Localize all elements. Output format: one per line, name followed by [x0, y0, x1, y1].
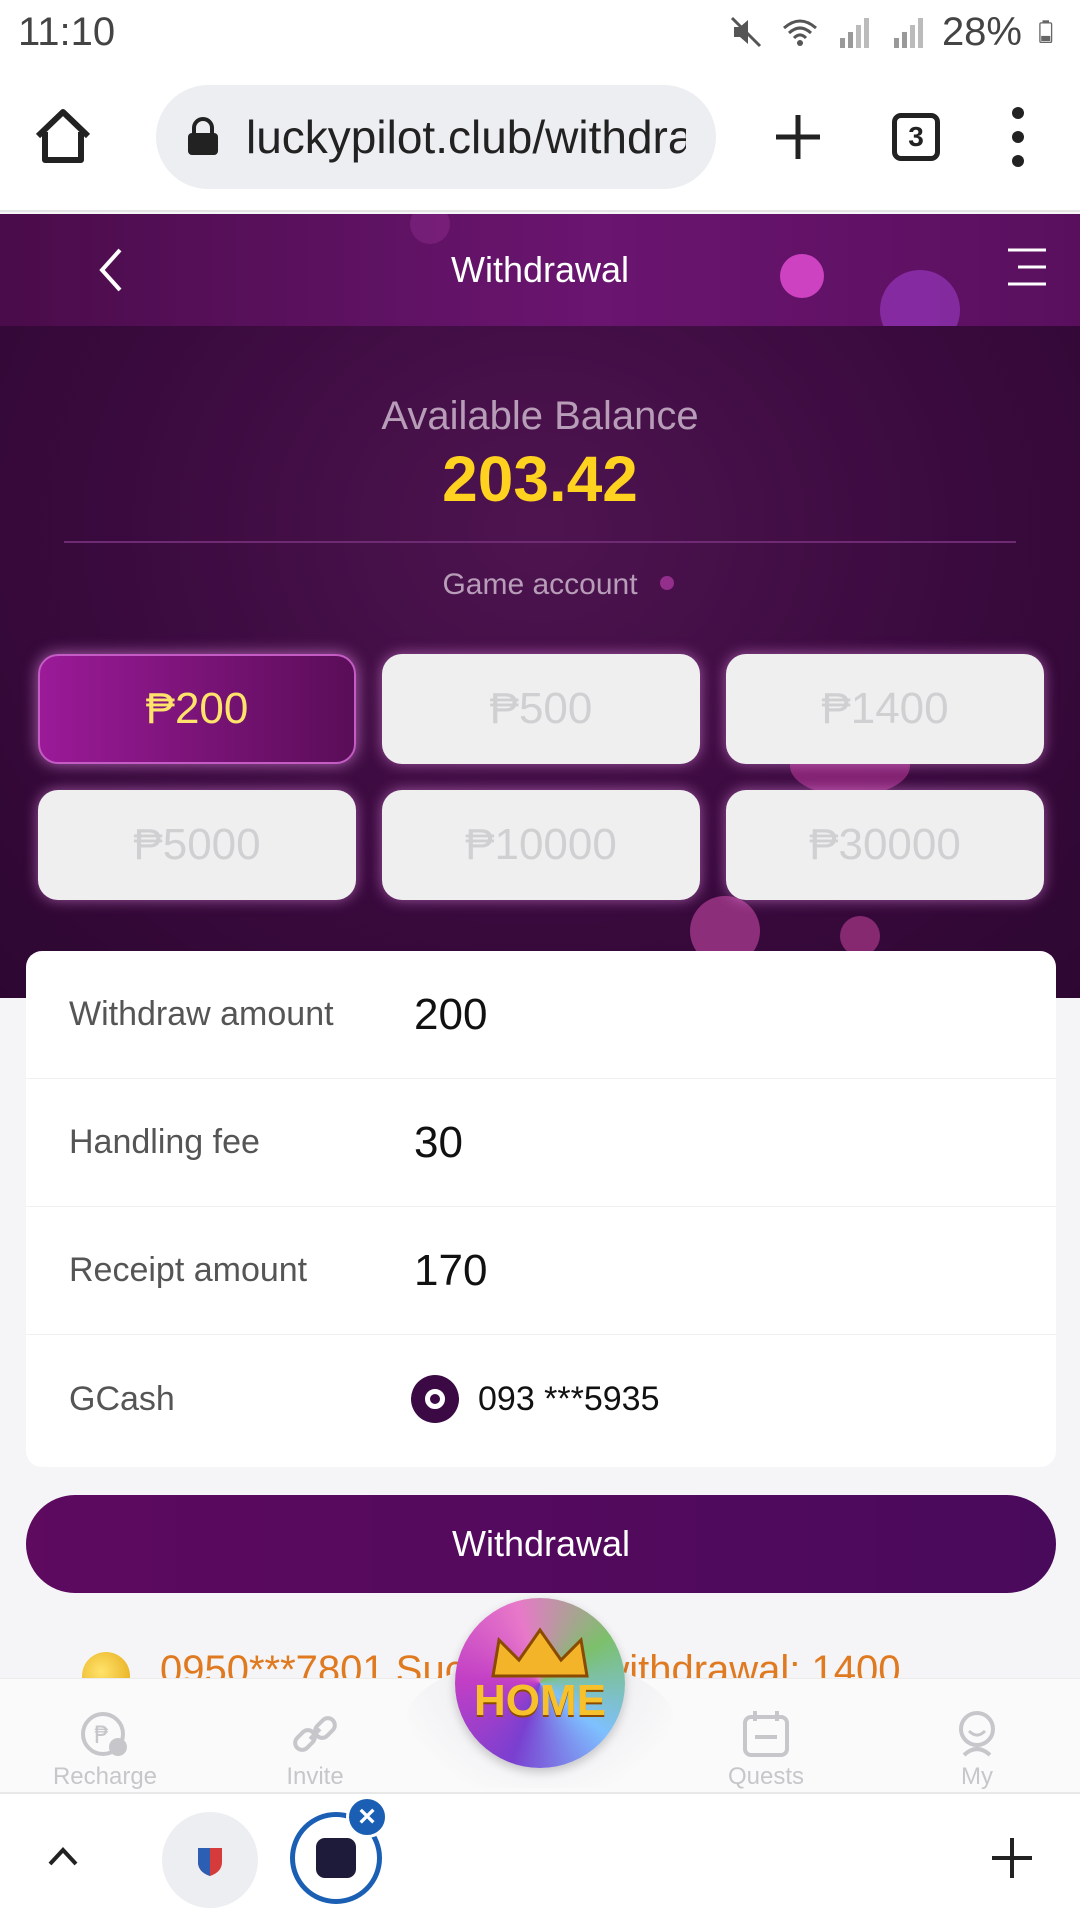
- receipt-amount-label: Receipt amount: [69, 1251, 308, 1289]
- shield-icon: [198, 1848, 222, 1876]
- close-tab-icon[interactable]: ×: [346, 1796, 388, 1838]
- status-time: 11:10: [18, 9, 116, 54]
- crown-icon: [491, 1627, 589, 1678]
- address-bar[interactable]: luckypilot.club/withdra: [156, 85, 716, 189]
- battery-icon: [1039, 20, 1053, 44]
- tab-count: 3: [908, 121, 924, 152]
- handling-fee-label: Handling fee: [69, 1123, 260, 1161]
- browser-menu-icon[interactable]: [1010, 107, 1026, 167]
- wifi-icon: [782, 19, 817, 46]
- status-icons: 28%: [726, 10, 1062, 55]
- browser-bottom-bar: ×: [0, 1792, 1080, 1920]
- nav-quests[interactable]: Quests: [686, 1707, 846, 1791]
- signal-icon-2: [893, 18, 923, 48]
- nav-recharge-label: Recharge: [52, 1763, 158, 1790]
- nav-invite-label: Invite: [286, 1763, 344, 1790]
- handling-fee-row: Handling fee 30: [26, 1079, 1056, 1207]
- divider: [64, 541, 1016, 543]
- home-label: HOME: [474, 1676, 606, 1725]
- withdraw-amount-label: Withdraw amount: [69, 995, 334, 1033]
- amount-option-500[interactable]: ₱500: [382, 654, 700, 764]
- gcash-label: GCash: [69, 1379, 175, 1418]
- plus-icon[interactable]: [990, 1836, 1034, 1880]
- nav-my-label: My: [961, 1763, 993, 1790]
- url-text: luckypilot.club/withdra: [246, 111, 686, 163]
- profile-icon: [959, 1711, 995, 1757]
- gcash-account-number: 093 ***5935: [478, 1379, 660, 1418]
- gcash-row[interactable]: GCash 093 ***5935: [26, 1335, 1056, 1463]
- handling-fee-value: 30: [414, 1117, 463, 1167]
- home-icon[interactable]: [30, 104, 96, 170]
- receipt-amount-value: 170: [414, 1245, 488, 1295]
- nav-invite[interactable]: Invite: [235, 1707, 395, 1791]
- svg-text:₱: ₱: [94, 1721, 109, 1749]
- link-icon: [293, 1716, 337, 1752]
- amount-option-1400[interactable]: ₱1400: [726, 654, 1044, 764]
- mute-icon: [730, 16, 761, 48]
- withdrawal-button[interactable]: Withdrawal: [26, 1495, 1056, 1593]
- withdraw-amount-row: Withdraw amount 200: [26, 951, 1056, 1079]
- amount-option-30000[interactable]: ₱30000: [726, 790, 1044, 900]
- available-balance-label: Available Balance: [381, 394, 699, 438]
- available-balance-value: 203.42: [442, 443, 638, 515]
- amount-option-200[interactable]: ₱200: [38, 654, 356, 764]
- page-title: Withdrawal: [450, 249, 630, 290]
- withdraw-details-card: Withdraw amount 200 Handling fee 30 Rece…: [26, 951, 1056, 1467]
- gcash-radio-button[interactable]: [411, 1375, 459, 1423]
- browser-toolbar: luckypilot.club/withdra 3: [0, 64, 1080, 212]
- nav-quests-label: Quests: [727, 1763, 805, 1790]
- nav-recharge[interactable]: ₱ Recharge: [25, 1707, 185, 1791]
- signal-icon-1: [839, 18, 869, 48]
- amount-option-5000[interactable]: ₱5000: [38, 790, 356, 900]
- balance-section: Available Balance 203.42 Game account ₱2…: [0, 326, 1080, 998]
- app-header: Withdrawal: [0, 214, 1080, 326]
- app-icon: [316, 1838, 356, 1878]
- nav-home[interactable]: HOME: [405, 1588, 675, 1788]
- menu-icon[interactable]: [1004, 244, 1050, 290]
- receipt-amount-row: Receipt amount 170: [26, 1207, 1056, 1335]
- status-bar: 11:10 28%: [0, 0, 1080, 64]
- home-button[interactable]: HOME: [455, 1598, 625, 1768]
- tab-switcher-button[interactable]: 3: [892, 113, 940, 161]
- withdraw-amount-input[interactable]: 200: [414, 990, 487, 1040]
- amount-option-10000[interactable]: ₱10000: [382, 790, 700, 900]
- lock-icon: [188, 117, 218, 155]
- nav-my[interactable]: My: [897, 1707, 1057, 1791]
- recharge-icon: ₱: [81, 1712, 127, 1756]
- tab-thumbnail-1[interactable]: [162, 1812, 258, 1908]
- new-tab-plus-icon[interactable]: [768, 107, 828, 167]
- coin-icon: [82, 1652, 130, 1678]
- battery-percent: 28%: [941, 9, 1022, 54]
- game-account-label: Game account: [442, 568, 638, 601]
- chevron-up-icon[interactable]: [44, 1838, 82, 1876]
- calendar-icon: [743, 1711, 789, 1757]
